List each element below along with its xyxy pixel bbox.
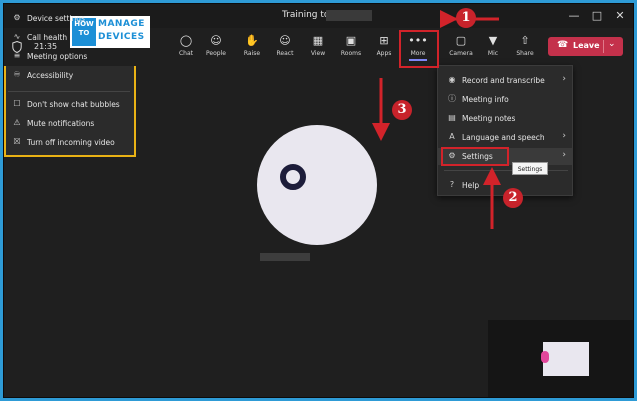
teams-meeting-window: Training to — □ ✕ 21:35 ◯ Chat ☺ People …	[3, 3, 634, 398]
step-badge-2: 2	[503, 188, 523, 208]
step-badge-1: 1	[456, 8, 476, 28]
step-badge-3: 3	[392, 100, 412, 120]
annotation-arrows	[372, 10, 501, 229]
